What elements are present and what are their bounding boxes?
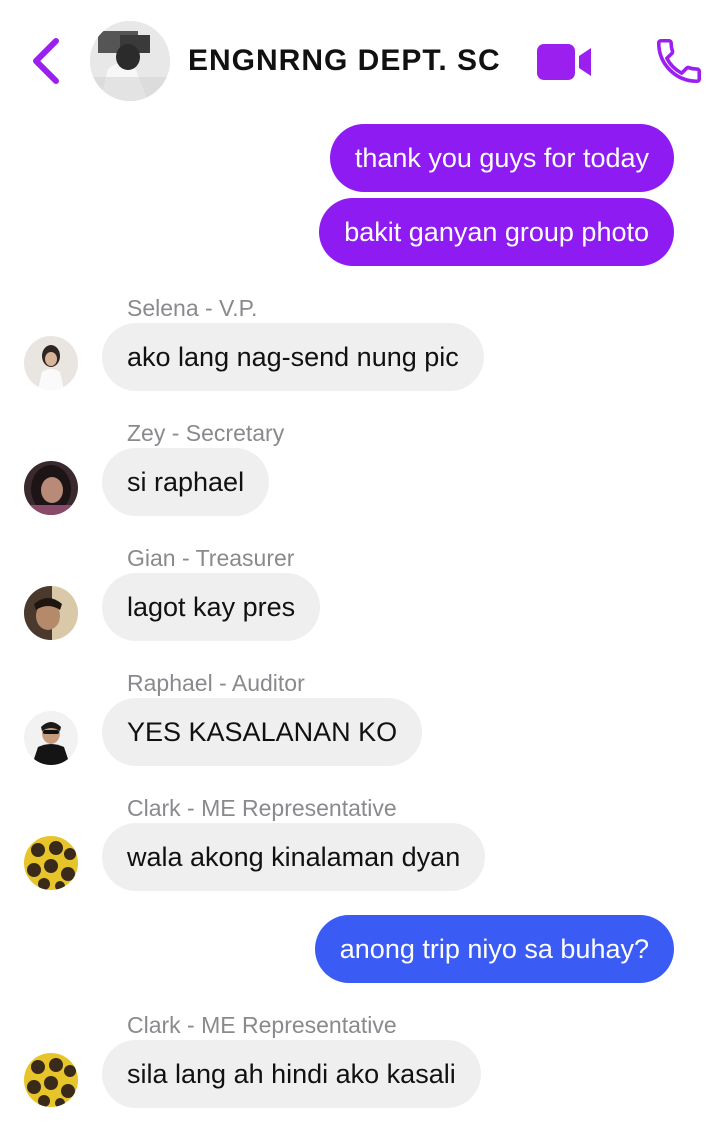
sender-name: Raphael - Auditor: [127, 670, 305, 696]
user-avatar-icon: [24, 711, 78, 765]
sender-name: Selena - V.P.: [127, 295, 258, 321]
avatar[interactable]: [24, 836, 78, 890]
back-button[interactable]: [26, 36, 66, 86]
chat-title[interactable]: ENGNRNG DEPT. SC: [188, 44, 501, 78]
outgoing-message[interactable]: anong trip niyo sa buhay?: [314, 915, 674, 983]
group-photo-icon: [90, 21, 170, 101]
outgoing-message[interactable]: bakit ganyan group photo: [319, 198, 674, 266]
sender-name: Clark - ME Representative: [127, 795, 397, 821]
voice-call-button[interactable]: [652, 34, 706, 88]
user-avatar-icon: [24, 336, 78, 390]
user-avatar-icon: [24, 586, 78, 640]
user-avatar-icon: [24, 836, 78, 890]
incoming-message[interactable]: lagot kay pres: [102, 573, 321, 641]
sender-name: Zey - Secretary: [127, 420, 285, 446]
avatar[interactable]: [24, 461, 78, 515]
avatar[interactable]: [24, 586, 78, 640]
video-call-button[interactable]: [535, 40, 595, 84]
chevron-left-icon: [33, 38, 59, 84]
incoming-message[interactable]: ako lang nag-send nung pic: [102, 323, 484, 391]
incoming-message[interactable]: wala akong kinalaman dyan: [102, 823, 486, 891]
outgoing-message[interactable]: thank you guys for today: [329, 124, 674, 192]
chat-header: ENGNRNG DEPT. SC: [0, 0, 720, 115]
incoming-message[interactable]: YES KASALANAN KO: [102, 698, 423, 766]
user-avatar-icon: [24, 461, 78, 515]
avatar[interactable]: [24, 1053, 78, 1107]
incoming-message[interactable]: si raphael: [102, 448, 270, 516]
incoming-message[interactable]: sila lang ah hindi ako kasali: [102, 1040, 481, 1108]
phone-icon: [656, 38, 702, 84]
avatar[interactable]: [24, 336, 78, 390]
video-camera-icon: [537, 44, 591, 80]
avatar[interactable]: [24, 711, 78, 765]
group-avatar[interactable]: [90, 21, 170, 101]
sender-name: Gian - Treasurer: [127, 545, 295, 571]
sender-name: Clark - ME Representative: [127, 1012, 397, 1038]
user-avatar-icon: [24, 1053, 78, 1107]
